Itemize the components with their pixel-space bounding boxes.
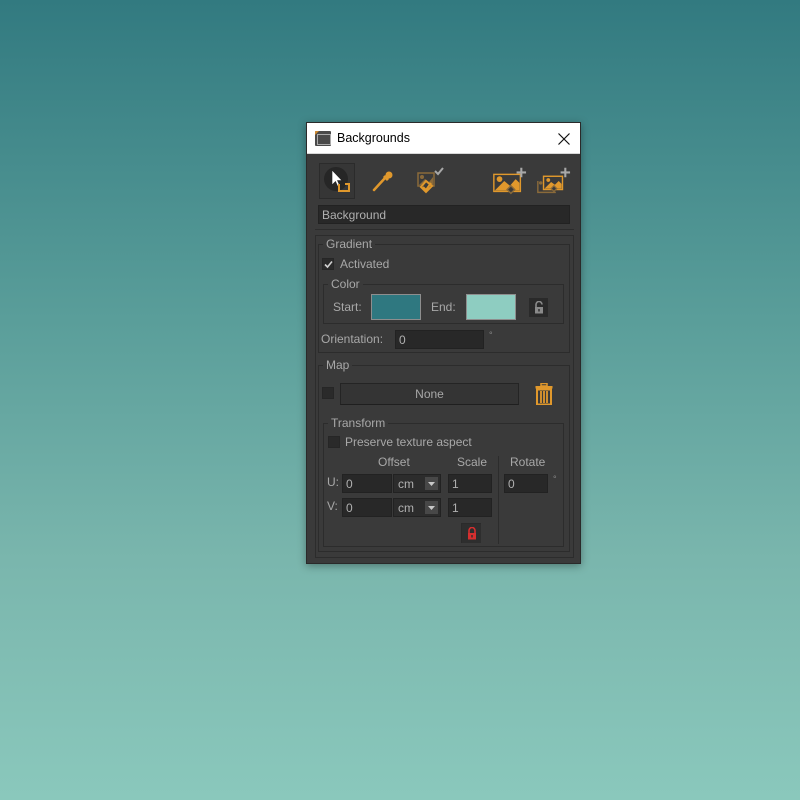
color-lock-button[interactable]	[529, 298, 548, 317]
checkmark-icon	[323, 260, 333, 268]
start-color-swatch[interactable]	[371, 294, 421, 320]
eyedropper-tool-button[interactable]	[365, 163, 401, 199]
orientation-input[interactable]: 0	[395, 330, 484, 349]
orientation-degree-unit: °	[489, 330, 493, 340]
v-scale-input[interactable]: 1	[448, 498, 492, 517]
gradient-group-label: Gradient	[323, 237, 376, 251]
title-bar[interactable]: Backgrounds	[307, 123, 580, 154]
backgrounds-window: Backgrounds Background Gradient Activate…	[306, 122, 581, 564]
map-enabled-checkbox[interactable]	[322, 387, 334, 399]
transform-group-label: Transform	[328, 416, 389, 430]
u-offset-input[interactable]: 0	[342, 474, 392, 493]
chevron-down-icon	[425, 501, 438, 514]
image-check-icon	[417, 167, 444, 194]
color-group-label: Color	[328, 277, 363, 291]
preserve-aspect-label: Preserve texture aspect	[345, 435, 472, 449]
add-multiple-backgrounds-tool-button[interactable]	[535, 163, 571, 199]
end-color-swatch[interactable]	[466, 294, 516, 320]
scale-lock-button[interactable]	[461, 523, 481, 543]
u-unit-value: cm	[398, 477, 414, 491]
activated-label: Activated	[340, 257, 390, 271]
add-background-tool-button[interactable]	[491, 163, 527, 199]
rotate-degree-unit: °	[553, 474, 557, 484]
v-label: V:	[327, 499, 338, 513]
lock-icon	[467, 527, 476, 540]
rotate-divider	[498, 456, 499, 544]
image-add-icon	[493, 167, 527, 195]
end-color-label: End:	[431, 300, 456, 314]
map-select-button[interactable]: None	[340, 383, 519, 405]
delete-map-button[interactable]	[533, 383, 555, 405]
divider	[315, 229, 574, 230]
toolbar	[317, 163, 572, 199]
map-group-label: Map	[323, 358, 353, 372]
v-unit-select[interactable]: cm	[393, 498, 441, 517]
v-offset-input[interactable]: 0	[342, 498, 392, 517]
chevron-down-icon	[425, 477, 438, 490]
window-title: Backgrounds	[337, 131, 410, 145]
close-icon	[558, 132, 570, 145]
u-label: U:	[327, 475, 339, 489]
start-color-label: Start:	[333, 300, 362, 314]
preserve-aspect-checkbox[interactable]	[328, 436, 340, 448]
trash-icon	[535, 383, 553, 405]
cursor-select-icon	[324, 167, 350, 192]
activated-checkbox[interactable]	[322, 258, 334, 270]
offset-header: Offset	[378, 455, 410, 469]
apply-background-tool-button[interactable]	[411, 163, 447, 199]
images-add-icon	[537, 167, 571, 194]
rotate-input[interactable]: 0	[504, 474, 548, 493]
rotate-header: Rotate	[510, 455, 546, 469]
backgrounds-app-icon	[315, 130, 331, 146]
u-scale-input[interactable]: 1	[448, 474, 492, 493]
select-tool-button[interactable]	[319, 163, 355, 199]
u-unit-select[interactable]: cm	[393, 474, 441, 493]
orientation-label: Orientation:	[321, 332, 384, 346]
scale-header: Scale	[457, 455, 488, 469]
v-unit-value: cm	[398, 501, 414, 515]
close-button[interactable]	[548, 123, 580, 154]
eyedropper-icon	[372, 171, 393, 192]
background-name-input[interactable]	[318, 205, 570, 224]
unlock-icon	[534, 301, 543, 314]
